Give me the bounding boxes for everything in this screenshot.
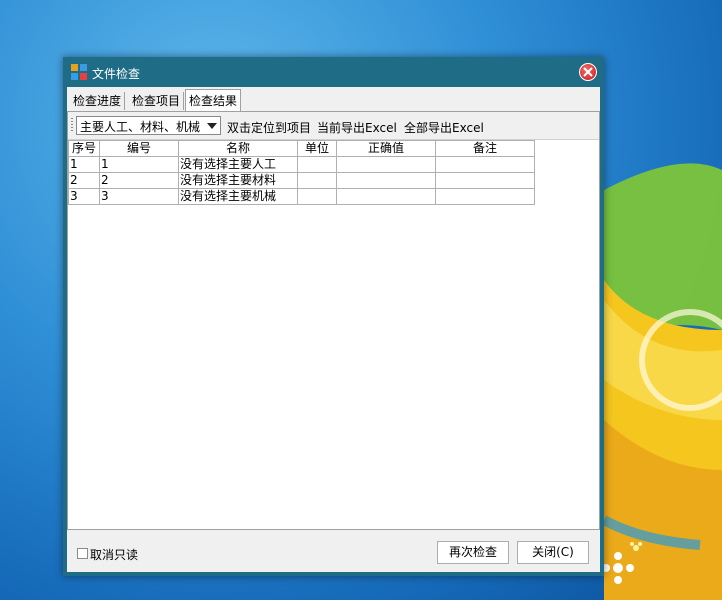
toolbar-grip[interactable]: [71, 118, 73, 132]
table-row[interactable]: 1 1 没有选择主要人工: [68, 156, 535, 173]
cell-correct-value[interactable]: [336, 156, 436, 173]
cell-index[interactable]: 1: [68, 156, 100, 173]
tab-check-results[interactable]: 检查结果: [185, 89, 242, 112]
cancel-readonly-label[interactable]: 取消只读: [90, 546, 138, 563]
table-row[interactable]: 3 3 没有选择主要机械: [68, 188, 535, 205]
column-header-code[interactable]: 编号: [99, 140, 179, 157]
dialog-footer: 取消只读 再次检查 关闭(C): [67, 530, 600, 572]
chevron-down-icon[interactable]: [207, 123, 217, 129]
app-icon: [71, 64, 87, 80]
close-button[interactable]: 关闭(C): [517, 541, 589, 564]
tab-check-progress[interactable]: 检查进度: [70, 92, 126, 110]
close-window-button[interactable]: [579, 63, 597, 81]
export-all-excel-button[interactable]: 全部导出Excel: [404, 119, 484, 136]
cell-code[interactable]: 3: [99, 188, 179, 205]
cell-unit[interactable]: [297, 188, 337, 205]
category-select[interactable]: 主要人工、材料、机械: [76, 116, 221, 135]
locate-project-button[interactable]: 双击定位到项目: [227, 119, 311, 136]
column-header-index[interactable]: 序号: [68, 140, 100, 157]
results-grid[interactable]: 序号 编号 名称 单位 正确值 备注 1 1 没有选择主要人工 2 2 没有选择…: [68, 140, 599, 529]
cell-correct-value[interactable]: [336, 188, 436, 205]
cancel-readonly-checkbox[interactable]: [77, 548, 88, 559]
cell-remark[interactable]: [435, 188, 535, 205]
close-icon: [583, 67, 593, 77]
column-header-correct-value[interactable]: 正确值: [336, 140, 436, 157]
recheck-button[interactable]: 再次检查: [437, 541, 509, 564]
cell-remark[interactable]: [435, 156, 535, 173]
column-header-name[interactable]: 名称: [178, 140, 298, 157]
cell-unit[interactable]: [297, 156, 337, 173]
cell-index[interactable]: 2: [68, 172, 100, 189]
cell-unit[interactable]: [297, 172, 337, 189]
cell-index[interactable]: 3: [68, 188, 100, 205]
column-header-remark[interactable]: 备注: [435, 140, 535, 157]
title-bar[interactable]: 文件检查: [63, 57, 604, 87]
category-select-value: 主要人工、材料、机械: [80, 120, 201, 134]
window-title: 文件检查: [92, 67, 141, 81]
table-header-row: 序号 编号 名称 单位 正确值 备注: [68, 140, 535, 157]
tab-bar: 检查进度 检查项目 检查结果: [67, 89, 600, 112]
cell-name[interactable]: 没有选择主要机械: [178, 188, 298, 205]
cell-remark[interactable]: [435, 172, 535, 189]
tab-check-items[interactable]: 检查项目: [129, 92, 185, 110]
window-client: 检查进度 检查项目 检查结果 主要人工、材料、机械 双击定位到项目 当前导出Ex…: [67, 87, 600, 572]
cell-correct-value[interactable]: [336, 172, 436, 189]
cell-name[interactable]: 没有选择主要材料: [178, 172, 298, 189]
table-row[interactable]: 2 2 没有选择主要材料: [68, 172, 535, 189]
column-header-unit[interactable]: 单位: [297, 140, 337, 157]
cell-code[interactable]: 2: [99, 172, 179, 189]
cell-name[interactable]: 没有选择主要人工: [178, 156, 298, 173]
cell-code[interactable]: 1: [99, 156, 179, 173]
export-current-excel-button[interactable]: 当前导出Excel: [317, 119, 397, 136]
results-table: 序号 编号 名称 单位 正确值 备注 1 1 没有选择主要人工 2 2 没有选择…: [68, 140, 535, 205]
results-panel: 主要人工、材料、机械 双击定位到项目 当前导出Excel 全部导出Excel 序…: [67, 111, 600, 530]
toolbar: 主要人工、材料、机械 双击定位到项目 当前导出Excel 全部导出Excel: [68, 112, 599, 140]
file-check-window: 文件检查 检查进度 检查项目 检查结果 主要人工、材料、机械 双击定位到项目 当…: [63, 57, 604, 576]
